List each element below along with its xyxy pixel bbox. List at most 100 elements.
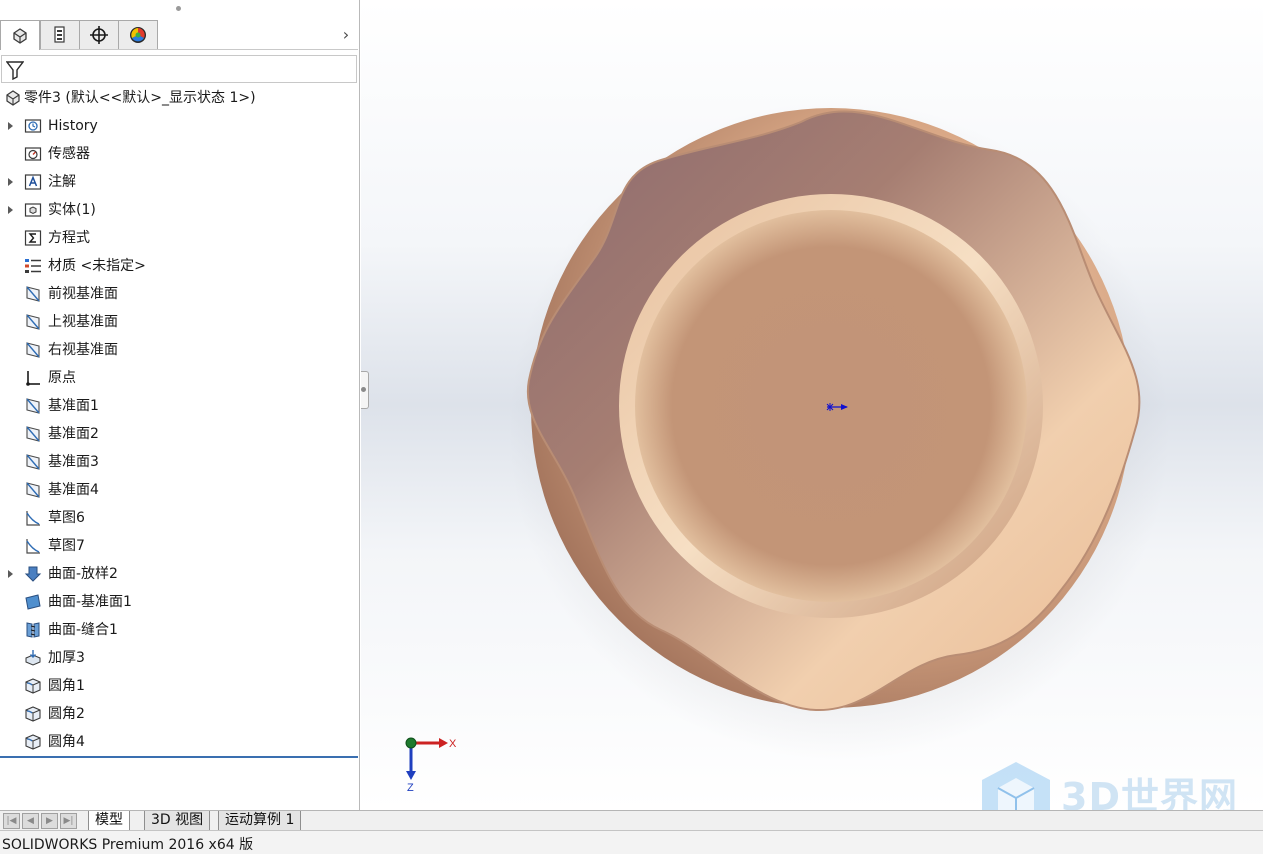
tree-item-origin[interactable]: 原点 xyxy=(0,364,358,392)
reference-triad: X Z xyxy=(405,737,457,794)
model-3d-view[interactable] xyxy=(361,0,1263,810)
watermark-cube-icon xyxy=(982,762,1050,810)
property-manager-icon xyxy=(54,26,65,43)
tab-model[interactable]: 模型 xyxy=(88,811,130,831)
knit-surface-icon xyxy=(23,621,42,639)
filter-icon xyxy=(6,61,24,80)
tree-item-sketch7[interactable]: 草图7 xyxy=(0,532,358,560)
sketch-icon xyxy=(23,537,42,555)
plane-icon xyxy=(23,453,42,471)
tree-item-label: 草图6 xyxy=(48,510,85,526)
fillet-icon xyxy=(23,677,42,695)
tree-item-thicken3[interactable]: 加厚3 xyxy=(0,644,358,672)
thicken-icon xyxy=(23,649,42,667)
tree-item-knit-surface1[interactable]: 曲面-缝合1 xyxy=(0,616,358,644)
tree-item-front-plane[interactable]: 前视基准面 xyxy=(0,280,358,308)
expand-arrow-icon[interactable] xyxy=(6,560,14,588)
tree-item-label: 圆角4 xyxy=(48,734,85,750)
tree-item-sketch6[interactable]: 草图6 xyxy=(0,504,358,532)
tree-item-fillet4[interactable]: 圆角4 xyxy=(0,728,358,756)
manager-tab-bar: › xyxy=(0,20,358,50)
last-tab-button[interactable]: ▶| xyxy=(60,813,77,829)
expand-arrow-icon[interactable] xyxy=(6,196,14,224)
last-icon: ▶| xyxy=(63,815,74,826)
tree-item-label: 基准面1 xyxy=(48,398,99,414)
material-icon xyxy=(23,257,42,275)
tree-item-label: 材质 <未指定> xyxy=(48,258,146,274)
surface-loft-icon xyxy=(23,565,42,583)
tree-item-annotations[interactable]: 注解 xyxy=(0,168,358,196)
panel-resize-grip[interactable] xyxy=(176,6,181,11)
tree-item-material[interactable]: 材质 <未指定> xyxy=(0,252,358,280)
rollback-bar[interactable] xyxy=(0,756,358,758)
tree-item-label: History xyxy=(48,118,98,134)
first-icon: |◀ xyxy=(6,815,17,826)
tree-filter-input[interactable] xyxy=(1,55,357,83)
plane-icon xyxy=(23,285,42,303)
tree-item-right-plane[interactable]: 右视基准面 xyxy=(0,336,358,364)
tree-item-label: 前视基准面 xyxy=(48,286,118,302)
tree-item-planar-surface1[interactable]: 曲面-基准面1 xyxy=(0,588,358,616)
tree-item-fillet2[interactable]: 圆角2 xyxy=(0,700,358,728)
tree-item-plane1[interactable]: 基准面1 xyxy=(0,392,358,420)
display-manager-tab[interactable] xyxy=(118,20,158,49)
plane-icon xyxy=(23,313,42,331)
tree-item-label: 曲面-缝合1 xyxy=(48,622,118,638)
prev-tab-button[interactable]: ◀ xyxy=(22,813,39,829)
tree-item-label: 加厚3 xyxy=(48,650,85,666)
tree-item-label: 基准面4 xyxy=(48,482,99,498)
status-text: SOLIDWORKS Premium 2016 x64 版 xyxy=(2,837,254,853)
tree-item-surface-loft2[interactable]: 曲面-放样2 xyxy=(0,560,358,588)
origin-icon xyxy=(23,369,42,387)
solid-bodies-icon xyxy=(23,201,42,219)
tree-item-label: 实体(1) xyxy=(48,202,96,218)
fillet-icon xyxy=(23,733,42,751)
sensor-icon xyxy=(23,145,42,163)
tree-item-top-plane[interactable]: 上视基准面 xyxy=(0,308,358,336)
watermark-text: 3D世界网 xyxy=(1061,775,1238,810)
next-tab-button[interactable]: ▶ xyxy=(41,813,58,829)
bottom-tab-bar: |◀ ◀ ▶ ▶| 模型 3D 视图 运动算例 1 xyxy=(0,810,1263,831)
tree-item-label: 圆角1 xyxy=(48,678,85,694)
annotation-icon xyxy=(23,173,42,191)
tree-item-label: 曲面-放样2 xyxy=(48,566,118,582)
tree-item-label: 曲面-基准面1 xyxy=(48,594,132,610)
tree-item-label: 右视基准面 xyxy=(48,342,118,358)
fillet-icon xyxy=(23,705,42,723)
expand-arrow-icon[interactable] xyxy=(6,168,14,196)
part-icon xyxy=(3,89,22,107)
feature-manager-tab[interactable] xyxy=(0,20,40,50)
display-manager-icon xyxy=(130,27,146,43)
tree-item-equations[interactable]: 方程式 xyxy=(0,224,358,252)
triad-x-label: X xyxy=(449,738,457,750)
tab-motion-study[interactable]: 运动算例 1 xyxy=(218,811,302,831)
prev-icon: ◀ xyxy=(27,815,34,826)
configuration-manager-icon xyxy=(90,26,108,44)
watermark-logo: 3D世界网 WWW.3DSJW.COM xyxy=(976,758,1263,810)
feature-manager-panel: › 零件3 (默认<<默认>_显示状态 1>) History 传感器 注解 实… xyxy=(0,0,360,810)
planar-surface-icon xyxy=(23,593,42,611)
graphics-viewport[interactable]: X Z 3D世界网 WWW.3DSJW.COM xyxy=(361,0,1263,810)
tree-item-label: 基准面2 xyxy=(48,426,99,442)
tree-item-plane3[interactable]: 基准面3 xyxy=(0,448,358,476)
tree-item-sensors[interactable]: 传感器 xyxy=(0,140,358,168)
property-manager-tab[interactable] xyxy=(40,20,80,49)
feature-manager-icon xyxy=(13,27,27,44)
expand-arrow-icon[interactable] xyxy=(6,112,14,140)
tree-item-plane2[interactable]: 基准面2 xyxy=(0,420,358,448)
configuration-manager-tab[interactable] xyxy=(79,20,119,49)
first-tab-button[interactable]: |◀ xyxy=(3,813,20,829)
tree-item-label: 原点 xyxy=(48,370,76,386)
tree-item-solid-bodies[interactable]: 实体(1) xyxy=(0,196,358,224)
tree-root-label: 零件3 (默认<<默认>_显示状态 1>) xyxy=(24,90,256,106)
tree-item-plane4[interactable]: 基准面4 xyxy=(0,476,358,504)
tree-item-label: 基准面3 xyxy=(48,454,99,470)
tab-3d-view[interactable]: 3D 视图 xyxy=(144,811,211,831)
tree-item-fillet1[interactable]: 圆角1 xyxy=(0,672,358,700)
tree-item-label: 方程式 xyxy=(48,230,90,246)
tree-item-history[interactable]: History xyxy=(0,112,358,140)
sketch-icon xyxy=(23,509,42,527)
plane-icon xyxy=(23,397,42,415)
tree-root-part[interactable]: 零件3 (默认<<默认>_显示状态 1>) xyxy=(0,84,358,112)
chevron-right-icon[interactable]: › xyxy=(338,24,354,44)
